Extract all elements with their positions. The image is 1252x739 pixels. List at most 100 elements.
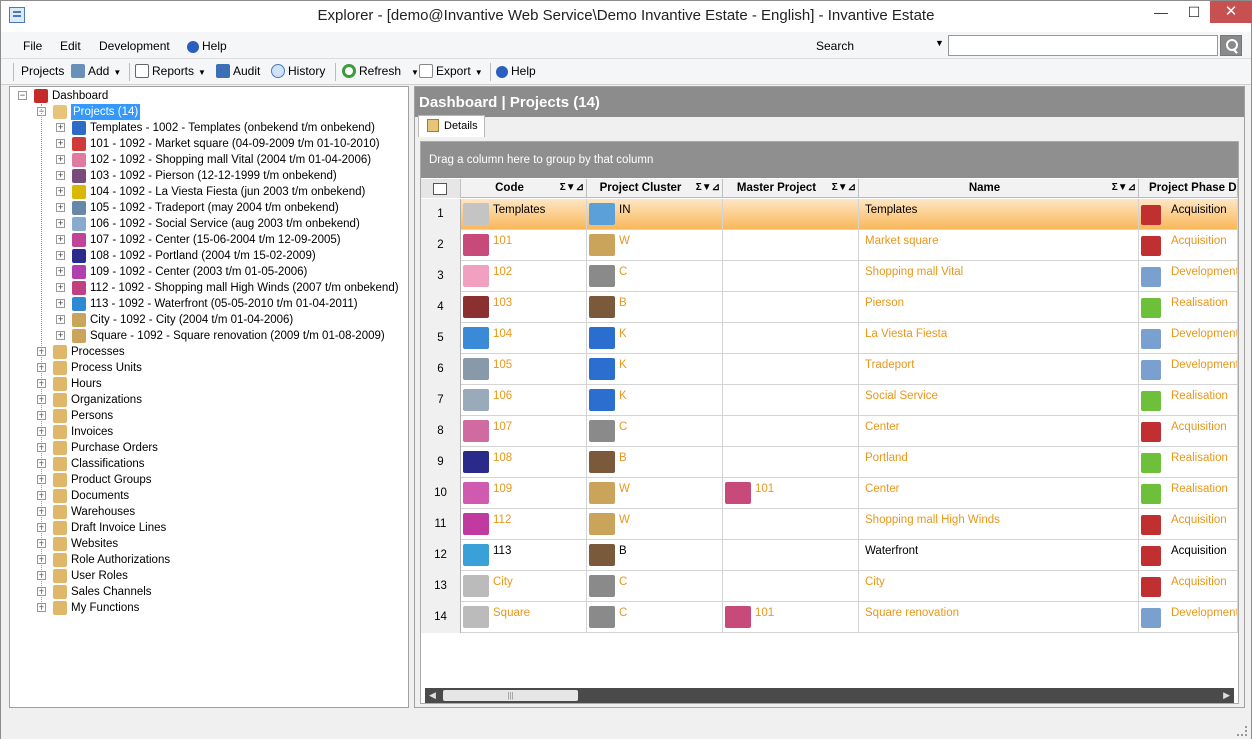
cell-project-cluster[interactable]: K <box>587 323 723 354</box>
cell-master-project[interactable] <box>723 416 859 447</box>
help-button[interactable]: Help <box>496 64 536 78</box>
table-row[interactable]: 9 108 B Portland Realisation <box>421 447 1238 478</box>
cell-project-phase[interactable]: Development <box>1139 602 1238 633</box>
expand-toggle-icon[interactable]: + <box>56 235 65 244</box>
cell-project-phase[interactable]: Acquisition <box>1139 571 1238 602</box>
cell-project-phase[interactable]: Acquisition <box>1139 509 1238 540</box>
column-filter-icon[interactable]: Σ▼⊿ <box>832 179 856 197</box>
expand-toggle-icon[interactable]: + <box>56 139 65 148</box>
expand-toggle-icon[interactable]: + <box>56 251 65 260</box>
expand-toggle-icon[interactable]: − <box>18 91 27 100</box>
table-row[interactable]: 5 104 K La Viesta Fiesta Development <box>421 323 1238 354</box>
reports-button[interactable]: Reports ▼ <box>135 64 206 78</box>
cell-name[interactable]: Center <box>859 416 1139 447</box>
cell-project-cluster[interactable]: C <box>587 416 723 447</box>
cell-code[interactable]: City <box>461 571 587 602</box>
scroll-left-icon[interactable]: ◀ <box>429 690 436 701</box>
cell-project-cluster[interactable]: C <box>587 602 723 633</box>
menu-development[interactable]: Development <box>99 39 170 53</box>
row-number[interactable]: 3 <box>421 261 461 292</box>
cell-project-phase[interactable]: Acquisition <box>1139 199 1238 230</box>
cell-master-project[interactable] <box>723 230 859 261</box>
column-header-phase[interactable]: Project Phase D <box>1139 179 1238 198</box>
cell-master-project[interactable] <box>723 354 859 385</box>
cell-project-phase[interactable]: Acquisition <box>1139 230 1238 261</box>
column-header-code[interactable]: Code Σ▼⊿ <box>461 179 587 198</box>
cell-project-phase[interactable]: Realisation <box>1139 292 1238 323</box>
expand-toggle-icon[interactable]: + <box>56 123 65 132</box>
column-filter-icon[interactable]: Σ▼⊿ <box>696 179 720 197</box>
cell-project-cluster[interactable]: C <box>587 571 723 602</box>
menu-file[interactable]: File <box>23 39 42 53</box>
cell-project-cluster[interactable]: K <box>587 385 723 416</box>
cell-project-cluster[interactable]: C <box>587 261 723 292</box>
expand-toggle-icon[interactable]: + <box>56 283 65 292</box>
cell-project-phase[interactable]: Acquisition <box>1139 540 1238 571</box>
cell-master-project[interactable] <box>723 292 859 323</box>
cell-name[interactable]: Square renovation <box>859 602 1139 633</box>
cell-master-project[interactable]: 101 <box>723 478 859 509</box>
cell-project-cluster[interactable]: B <box>587 292 723 323</box>
cell-code[interactable]: Templates <box>461 199 587 230</box>
table-row[interactable]: 12 113 B Waterfront Acquisition <box>421 540 1238 571</box>
refresh-button[interactable]: Refresh ▼ <box>342 64 419 78</box>
expand-toggle-icon[interactable]: + <box>56 331 65 340</box>
expand-toggle-icon[interactable]: + <box>56 315 65 324</box>
projects-button[interactable]: Projects <box>21 64 64 78</box>
cell-code[interactable]: 101 <box>461 230 587 261</box>
cell-code[interactable]: 106 <box>461 385 587 416</box>
cell-code[interactable]: 107 <box>461 416 587 447</box>
row-number[interactable]: 9 <box>421 447 461 478</box>
cell-master-project[interactable] <box>723 323 859 354</box>
export-button[interactable]: Export ▼ <box>419 64 483 78</box>
menu-help[interactable]: Help <box>187 39 227 53</box>
cell-project-phase[interactable]: Realisation <box>1139 385 1238 416</box>
cell-name[interactable]: Portland <box>859 447 1139 478</box>
cell-project-cluster[interactable]: B <box>587 540 723 571</box>
cell-name[interactable]: City <box>859 571 1139 602</box>
cell-master-project[interactable] <box>723 261 859 292</box>
cell-project-phase[interactable]: Development <box>1139 354 1238 385</box>
search-button[interactable] <box>1220 35 1242 56</box>
cell-master-project[interactable] <box>723 509 859 540</box>
cell-code[interactable]: 109 <box>461 478 587 509</box>
cell-master-project[interactable] <box>723 447 859 478</box>
menu-edit[interactable]: Edit <box>60 39 81 53</box>
group-by-panel[interactable]: Drag a column here to group by that colu… <box>421 142 1238 178</box>
row-number[interactable]: 6 <box>421 354 461 385</box>
cell-name[interactable]: Waterfront <box>859 540 1139 571</box>
expand-toggle-icon[interactable]: + <box>56 299 65 308</box>
table-row[interactable]: 13 City C City Acquisition <box>421 571 1238 602</box>
tab-details[interactable]: Details <box>418 115 485 137</box>
expand-toggle-icon[interactable]: + <box>56 203 65 212</box>
cell-code[interactable]: 112 <box>461 509 587 540</box>
cell-master-project[interactable] <box>723 540 859 571</box>
cell-master-project[interactable] <box>723 199 859 230</box>
table-row[interactable]: 7 106 K Social Service Realisation <box>421 385 1238 416</box>
cell-master-project[interactable] <box>723 385 859 416</box>
row-number[interactable]: 7 <box>421 385 461 416</box>
row-number[interactable]: 12 <box>421 540 461 571</box>
cell-name[interactable]: Tradeport <box>859 354 1139 385</box>
minimize-button[interactable]: — <box>1146 1 1176 23</box>
add-button[interactable]: Add ▼ <box>71 64 121 78</box>
row-number[interactable]: 13 <box>421 571 461 602</box>
cell-project-cluster[interactable]: W <box>587 478 723 509</box>
cell-project-phase[interactable]: Development <box>1139 323 1238 354</box>
row-number[interactable]: 5 <box>421 323 461 354</box>
resize-grip-icon[interactable] <box>1237 726 1247 736</box>
cell-name[interactable]: La Viesta Fiesta <box>859 323 1139 354</box>
expand-toggle-icon[interactable]: + <box>56 171 65 180</box>
row-number[interactable]: 2 <box>421 230 461 261</box>
column-filter-icon[interactable]: Σ▼⊿ <box>560 179 584 197</box>
table-row[interactable]: 8 107 C Center Acquisition <box>421 416 1238 447</box>
history-button[interactable]: History <box>271 64 325 78</box>
expand-toggle-icon[interactable]: + <box>56 267 65 276</box>
table-row[interactable]: 3 102 C Shopping mall Vital Development <box>421 261 1238 292</box>
row-number[interactable]: 11 <box>421 509 461 540</box>
cell-master-project[interactable] <box>723 571 859 602</box>
maximize-button[interactable]: ☐ <box>1179 1 1209 23</box>
row-number[interactable]: 4 <box>421 292 461 323</box>
cell-name[interactable]: Pierson <box>859 292 1139 323</box>
cell-name[interactable]: Shopping mall Vital <box>859 261 1139 292</box>
